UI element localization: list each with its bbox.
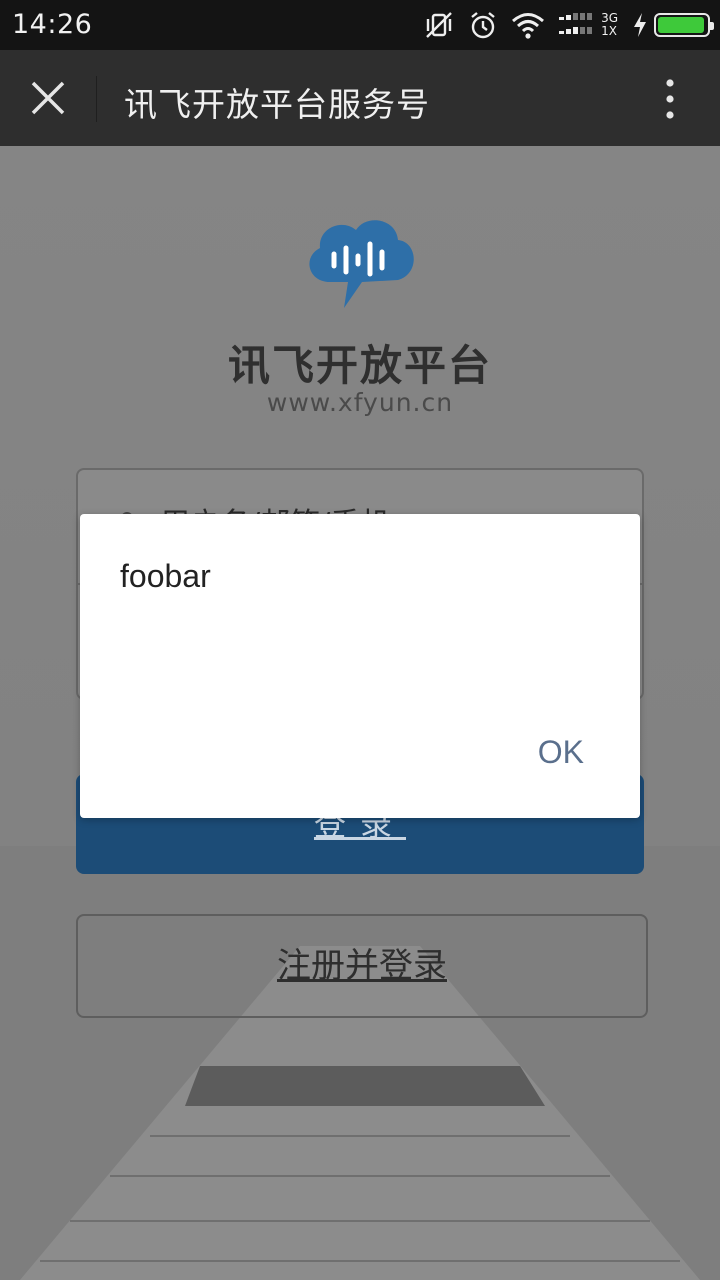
mute-vibrate-icon	[426, 12, 452, 38]
wifi-icon	[512, 13, 545, 39]
charging-icon	[634, 13, 646, 37]
register-button[interactable]: 注册并登录	[76, 914, 648, 1018]
close-icon	[31, 81, 65, 115]
page-title: 讯飞开放平台服务号	[124, 85, 430, 124]
status-icons: 3G 1X	[409, 10, 714, 40]
network-type-label: 3G 1X	[601, 12, 618, 38]
alarm-icon	[471, 12, 495, 39]
register-button-label: 注册并登录	[277, 946, 447, 986]
signal-icon	[559, 13, 593, 34]
battery-level-fill	[658, 17, 704, 33]
brand-name: 讯飞开放平台	[227, 341, 492, 390]
dialog-message: foobar	[120, 558, 211, 594]
status-bar: 14:26 3G 1X	[0, 0, 720, 50]
title-bar: 讯飞开放平台服务号	[0, 50, 720, 146]
xfyun-logo-icon	[309, 220, 414, 308]
battery-cap	[710, 22, 714, 30]
more-button[interactable]	[660, 78, 680, 120]
network-type-bottom: 1X	[601, 24, 617, 38]
more-vertical-icon	[666, 79, 674, 119]
alert-dialog: foobar OK	[80, 514, 640, 818]
close-button[interactable]	[24, 74, 72, 122]
status-time: 14:26	[12, 9, 93, 40]
brand-url: www.xfyun.cn	[266, 388, 454, 417]
dialog-ok-button[interactable]: OK	[538, 734, 584, 771]
battery-icon	[654, 13, 714, 37]
title-divider	[96, 76, 97, 122]
